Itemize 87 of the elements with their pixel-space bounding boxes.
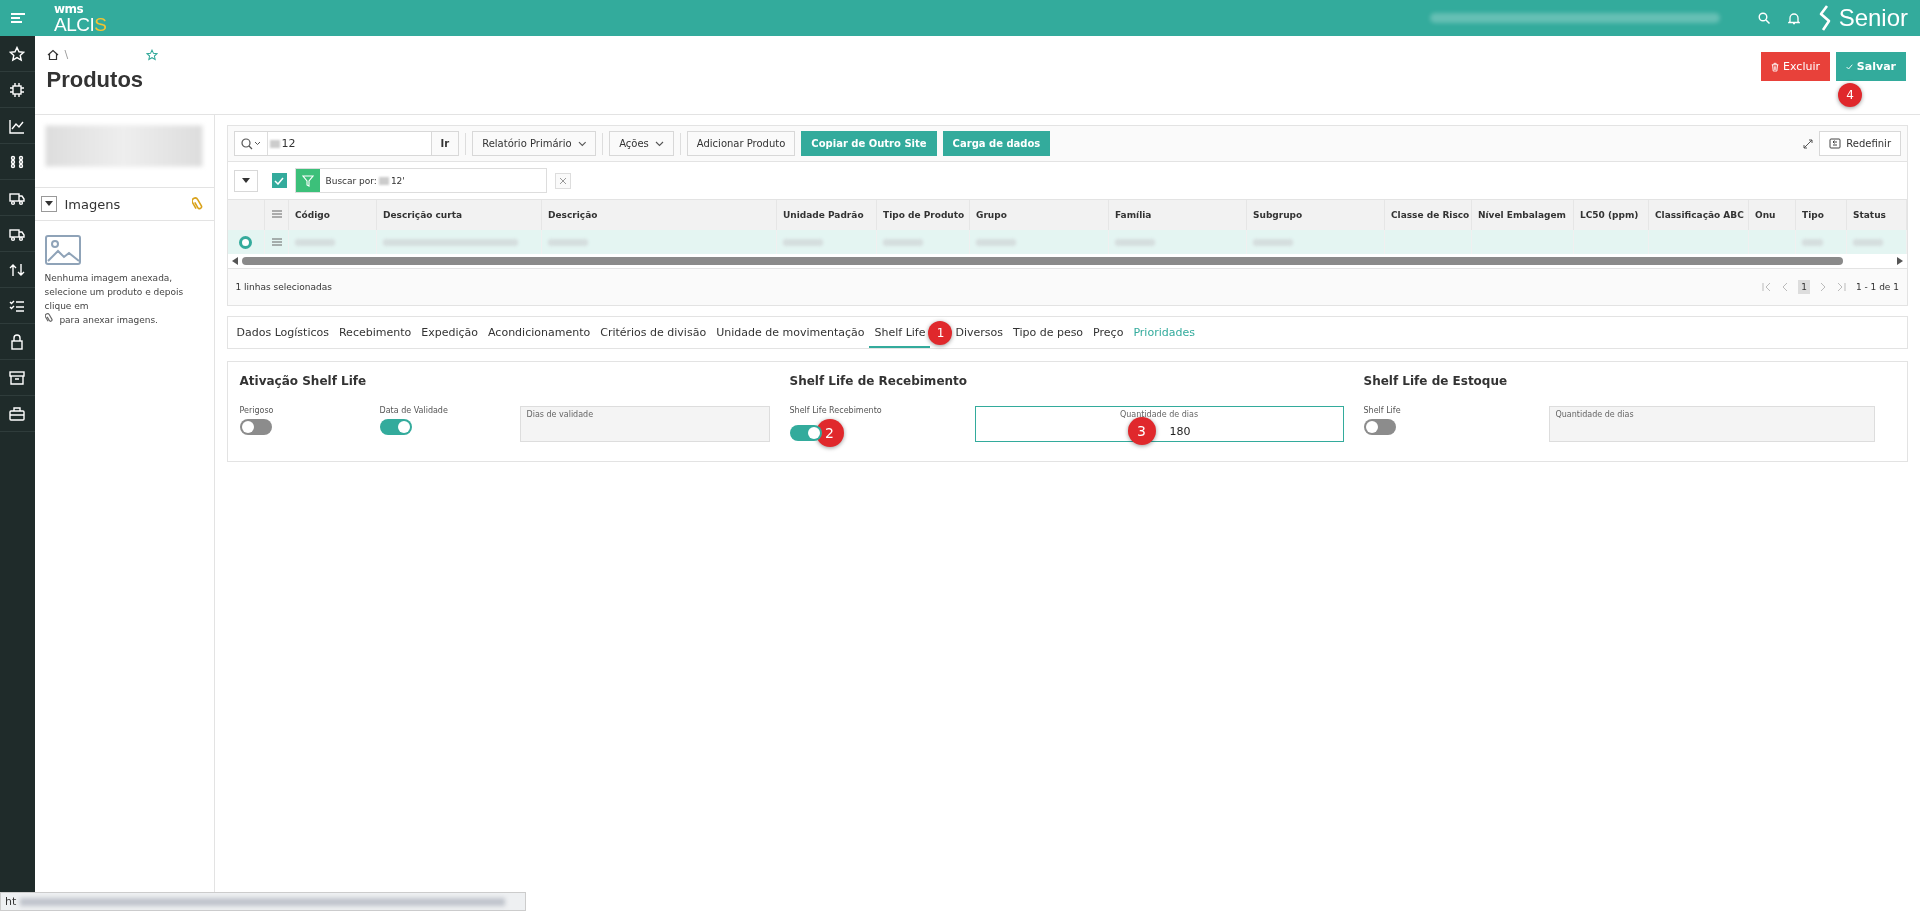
- toggle-switch[interactable]: [239, 419, 272, 435]
- dropdown-button[interactable]: [233, 169, 258, 192]
- section-title: Shelf Life de Recebimento: [789, 374, 969, 388]
- toggle-switch[interactable]: [789, 425, 822, 441]
- horizontal-scrollbar[interactable]: [227, 254, 1907, 268]
- tab[interactable]: Acondicionamento: [483, 318, 596, 348]
- reset-button[interactable]: Redefinir: [1819, 131, 1901, 156]
- toggle-switch[interactable]: [1363, 419, 1396, 435]
- column-header[interactable]: Tipo: [1795, 200, 1847, 230]
- caret-icon: [654, 140, 664, 147]
- logo-text: ALCIS: [54, 14, 107, 34]
- empty-message: para anexar imagens.: [59, 315, 158, 325]
- toggle-label: Perigoso: [239, 406, 275, 415]
- menu-icon: [11, 12, 25, 24]
- callout-badge: 4: [1838, 83, 1862, 107]
- reset-icon: [1829, 138, 1842, 149]
- caret-icon: [241, 178, 250, 183]
- tab[interactable]: Unidade de movimentação: [711, 318, 870, 348]
- column-header[interactable]: Subgrupo: [1246, 200, 1385, 230]
- tab[interactable]: Dados Logísticos: [231, 318, 334, 348]
- page-range: 1 - 1 de 1: [1855, 282, 1899, 292]
- caret-icon: [577, 140, 587, 147]
- column-header[interactable]: Classe de Risco: [1384, 200, 1472, 230]
- filter-value: 12': [390, 175, 405, 186]
- column-header[interactable]: LC50 (ppm): [1573, 200, 1649, 230]
- column-header[interactable]: Tipo de Produto: [876, 200, 970, 230]
- image-placeholder-icon: [44, 235, 81, 265]
- tab[interactable]: Preço: [1088, 318, 1129, 348]
- filter-label: Buscar por:: [325, 175, 377, 186]
- column-header[interactable]: Código: [288, 200, 377, 230]
- report-select[interactable]: Relatório Primário: [472, 131, 597, 156]
- callout-badge: 3: [1127, 417, 1156, 445]
- paperclip-icon[interactable]: [191, 197, 204, 211]
- filter-checkbox[interactable]: [271, 173, 287, 188]
- bell-icon[interactable]: [1787, 11, 1800, 25]
- column-header[interactable]: Descrição curta: [376, 200, 542, 230]
- column-header[interactable]: Descrição: [541, 200, 777, 230]
- star-icon[interactable]: [146, 48, 159, 61]
- redacted-text: [378, 176, 389, 185]
- page-number[interactable]: 1: [1798, 280, 1810, 294]
- go-button[interactable]: Ir: [430, 131, 460, 156]
- redacted-text: [269, 139, 280, 148]
- panel-title: Imagens: [64, 196, 122, 212]
- brand-name: Senior: [1838, 4, 1908, 32]
- delete-button[interactable]: Excluir: [1761, 52, 1830, 81]
- column-header[interactable]: Unidade Padrão: [776, 200, 877, 230]
- scroll-left-icon[interactable]: [231, 257, 238, 265]
- page-title: Produtos: [46, 67, 145, 93]
- breadcrumb-separator: \: [64, 48, 69, 61]
- collapse-button[interactable]: [40, 196, 57, 212]
- actions-menu[interactable]: Ações: [609, 131, 674, 156]
- column-header[interactable]: Onu: [1748, 200, 1796, 230]
- toggle-label: Shelf Life: [1363, 406, 1402, 415]
- tab[interactable]: Critérios de divisão: [595, 318, 712, 348]
- section-title: Ativação Shelf Life: [239, 374, 368, 388]
- toggle-switch[interactable]: [379, 419, 412, 435]
- callout-badge: 1: [928, 321, 953, 345]
- expand-icon[interactable]: [1803, 138, 1814, 149]
- search-icon[interactable]: [240, 137, 261, 150]
- scroll-right-icon[interactable]: [1897, 257, 1903, 265]
- filter-icon: [301, 174, 314, 187]
- tab[interactable]: Expedição: [416, 318, 484, 348]
- remove-filter-button[interactable]: [554, 172, 571, 189]
- tab[interactable]: Tipo de peso: [1008, 318, 1089, 348]
- logo-text: wms: [54, 2, 85, 15]
- toolbar-button[interactable]: Adicionar Produto: [686, 131, 796, 156]
- search-field[interactable]: 12: [233, 131, 432, 156]
- status-url: ht: [5, 895, 17, 908]
- section-title: Shelf Life de Estoque: [1363, 374, 1509, 388]
- column-header[interactable]: Nível Embalagem: [1471, 200, 1574, 230]
- tab[interactable]: Diversos: [950, 318, 1008, 348]
- selection-info: 1 linhas selecionadas: [235, 282, 332, 292]
- input-field[interactable]: Quantidade de dias 3 180: [974, 406, 1344, 442]
- toggle-label: Data de Validade: [379, 406, 449, 415]
- home-icon[interactable]: [46, 48, 59, 61]
- close-icon: [558, 176, 567, 185]
- trash-icon: [1771, 60, 1780, 73]
- column-header[interactable]: Classificação ABC: [1648, 200, 1749, 230]
- column-header[interactable]: Status: [1846, 200, 1907, 230]
- check-icon: [274, 176, 284, 185]
- column-header[interactable]: Família: [1108, 200, 1247, 230]
- caret-icon: [44, 201, 53, 207]
- paperclip-icon: [44, 313, 54, 323]
- toggle-label: Shelf Life Recebimento: [789, 406, 883, 415]
- row-radio[interactable]: [239, 235, 253, 249]
- tab[interactable]: Recebimento: [333, 318, 417, 348]
- column-header[interactable]: Grupo: [969, 200, 1109, 230]
